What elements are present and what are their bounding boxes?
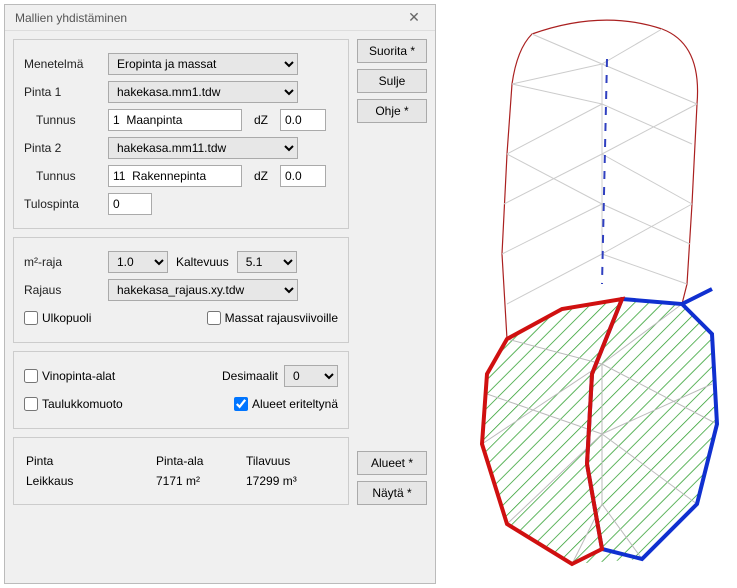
chk-vinopinta-label: Vinopinta-alat <box>42 369 115 383</box>
chk-ulkopuoli-label: Ulkopuoli <box>42 311 91 325</box>
cell-name: Leikkaus <box>26 474 156 488</box>
panel-results: Pinta Pinta-ala Tilavuus Leikkaus 7171 m… <box>13 437 349 505</box>
select-desimaalit[interactable]: 0 <box>284 365 338 387</box>
suorita-button[interactable]: Suorita * <box>357 39 427 63</box>
checkbox-massat-rajaus[interactable] <box>207 311 221 325</box>
select-pinta1[interactable]: hakekasa.mm1.tdw <box>108 81 298 103</box>
input-tulospinta[interactable] <box>108 193 152 215</box>
label-menetelma: Menetelmä <box>24 57 100 71</box>
results-header: Pinta Pinta-ala Tilavuus <box>26 454 336 468</box>
label-m2raja: m²-raja <box>24 255 100 269</box>
label-dz2: dZ <box>250 169 272 183</box>
alueet-button[interactable]: Alueet * <box>357 451 427 475</box>
select-kaltevuus[interactable]: 5.1 <box>237 251 297 273</box>
label-pinta2: Pinta 2 <box>24 141 100 155</box>
label-dz1: dZ <box>250 113 272 127</box>
col-tilavuus: Tilavuus <box>246 454 336 468</box>
checkbox-alueet-eriteltyna[interactable] <box>234 397 248 411</box>
chk-ulkopuoli[interactable]: Ulkopuoli <box>24 311 91 325</box>
close-icon[interactable]: ✕ <box>399 8 429 28</box>
col-pinta: Pinta <box>26 454 156 468</box>
chk-vinopinta[interactable]: Vinopinta-alat <box>24 369 115 383</box>
input-tunnus1[interactable] <box>108 109 242 131</box>
cell-volume: 17299 m³ <box>246 474 336 488</box>
label-desimaalit: Desimaalit <box>222 369 278 383</box>
select-menetelma[interactable]: Eropinta ja massat <box>108 53 298 75</box>
checkbox-taulukkomuoto[interactable] <box>24 397 38 411</box>
label-tunnus2: Tunnus <box>24 169 100 183</box>
chk-alueet-eriteltyna-label: Alueet eriteltynä <box>252 397 338 411</box>
chk-taulukkomuoto[interactable]: Taulukkomuoto <box>24 397 123 411</box>
cell-area: 7171 m² <box>156 474 246 488</box>
dialog: Mallien yhdistäminen ✕ Menetelmä Eropint… <box>4 4 436 584</box>
col-pintaala: Pinta-ala <box>156 454 246 468</box>
checkbox-vinopinta[interactable] <box>24 369 38 383</box>
input-dz1[interactable] <box>280 109 326 131</box>
titlebar: Mallien yhdistäminen ✕ <box>5 5 435 31</box>
chk-massat-rajaus-label: Massat rajausviivoille <box>225 311 338 325</box>
checkbox-ulkopuoli[interactable] <box>24 311 38 325</box>
chk-alueet-eriteltyna[interactable]: Alueet eriteltynä <box>234 397 338 411</box>
chk-taulukkomuoto-label: Taulukkomuoto <box>42 397 123 411</box>
input-tunnus2[interactable] <box>108 165 242 187</box>
panel-pinta: Menetelmä Eropinta ja massat Pinta 1 hak… <box>13 39 349 229</box>
select-m2raja[interactable]: 1.0 <box>108 251 168 273</box>
select-rajaus[interactable]: hakekasa_rajaus.xy.tdw <box>108 279 298 301</box>
select-pinta2[interactable]: hakekasa.mm11.tdw <box>108 137 298 159</box>
label-tulospinta: Tulospinta <box>24 197 100 211</box>
nayta-button[interactable]: Näytä * <box>357 481 427 505</box>
label-rajaus: Rajaus <box>24 283 100 297</box>
panel-rajaus: m²-raja 1.0 Kaltevuus 5.1 Rajaus hakekas… <box>13 237 349 343</box>
sulje-button[interactable]: Sulje <box>357 69 427 93</box>
panel-options: Vinopinta-alat Desimaalit 0 Taulukkomuot… <box>13 351 349 429</box>
model-visualization <box>452 4 732 584</box>
chk-massat-rajaus[interactable]: Massat rajausviivoille <box>207 311 338 325</box>
label-pinta1: Pinta 1 <box>24 85 100 99</box>
label-kaltevuus: Kaltevuus <box>176 255 229 269</box>
dialog-title: Mallien yhdistäminen <box>15 11 399 25</box>
results-row: Leikkaus 7171 m² 17299 m³ <box>26 474 336 488</box>
input-dz2[interactable] <box>280 165 326 187</box>
ohje-button[interactable]: Ohje * <box>357 99 427 123</box>
label-tunnus1: Tunnus <box>24 113 100 127</box>
